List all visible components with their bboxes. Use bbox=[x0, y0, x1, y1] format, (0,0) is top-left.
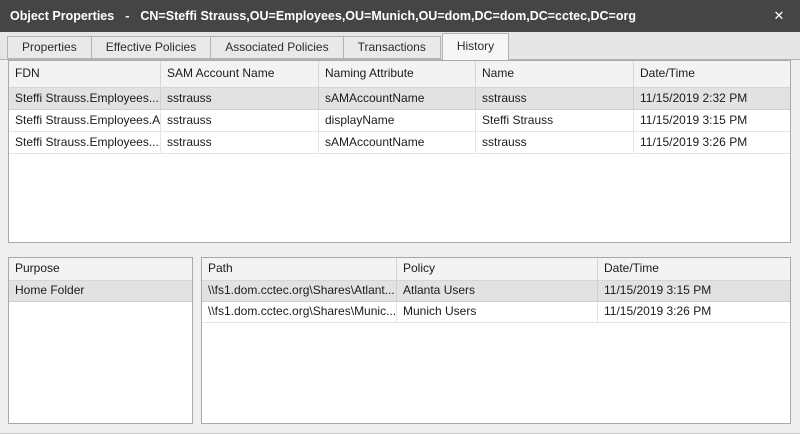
table-row[interactable]: \\fs1.dom.cctec.org\Shares\Munic... Muni… bbox=[202, 302, 790, 323]
cell-name: sstrauss bbox=[476, 132, 634, 154]
table-row[interactable]: Steffi Strauss.Employees.... sstrauss sA… bbox=[9, 132, 790, 154]
cell-datetime: 11/15/2019 3:15 PM bbox=[598, 281, 790, 302]
cell-fdn: Steffi Strauss.Employees.A... bbox=[9, 110, 161, 132]
cell-datetime: 11/15/2019 2:32 PM bbox=[634, 88, 790, 110]
cell-policy: Munich Users bbox=[397, 302, 598, 323]
cell-sam-account-name: sstrauss bbox=[161, 132, 319, 154]
object-dn: CN=Steffi Strauss,OU=Employees,OU=Munich… bbox=[140, 9, 636, 23]
cell-purpose: Home Folder bbox=[9, 281, 192, 302]
cell-path: \\fs1.dom.cctec.org\Shares\Munic... bbox=[202, 302, 397, 323]
cell-sam-account-name: sstrauss bbox=[161, 110, 319, 132]
cell-datetime: 11/15/2019 3:26 PM bbox=[634, 132, 790, 154]
cell-path: \\fs1.dom.cctec.org\Shares\Atlant... bbox=[202, 281, 397, 302]
column-header-sam-account-name[interactable]: SAM Account Name bbox=[161, 61, 319, 87]
cell-datetime: 11/15/2019 3:15 PM bbox=[634, 110, 790, 132]
titlebar[interactable]: Object Properties - CN=Steffi Strauss,OU… bbox=[0, 0, 800, 32]
history-table-header: FDN SAM Account Name Naming Attribute Na… bbox=[9, 61, 790, 88]
cell-name: sstrauss bbox=[476, 88, 634, 110]
title-separator: - bbox=[125, 9, 129, 23]
table-row[interactable]: Home Folder bbox=[9, 281, 192, 302]
paths-table: Path Policy Date/Time \\fs1.dom.cctec.or… bbox=[201, 257, 791, 424]
tab-strip: Properties Effective Policies Associated… bbox=[0, 32, 800, 60]
table-row[interactable]: \\fs1.dom.cctec.org\Shares\Atlant... Atl… bbox=[202, 281, 790, 302]
column-header-policy[interactable]: Policy bbox=[397, 258, 598, 280]
cell-fdn: Steffi Strauss.Employees.... bbox=[9, 132, 161, 154]
close-icon[interactable]: ✕ bbox=[768, 5, 790, 27]
purpose-table: Purpose Home Folder bbox=[8, 257, 193, 424]
column-header-datetime[interactable]: Date/Time bbox=[598, 258, 790, 280]
cell-fdn: Steffi Strauss.Employees.... bbox=[9, 88, 161, 110]
tab-effective-policies[interactable]: Effective Policies bbox=[91, 36, 212, 59]
column-header-naming-attribute[interactable]: Naming Attribute bbox=[319, 61, 476, 87]
tab-properties[interactable]: Properties bbox=[7, 36, 92, 59]
column-header-datetime[interactable]: Date/Time bbox=[634, 61, 790, 87]
paths-table-header: Path Policy Date/Time bbox=[202, 258, 790, 281]
cell-naming-attribute: sAMAccountName bbox=[319, 132, 476, 154]
object-properties-dialog: Object Properties - CN=Steffi Strauss,OU… bbox=[0, 0, 800, 434]
cell-name: Steffi Strauss bbox=[476, 110, 634, 132]
cell-datetime: 11/15/2019 3:26 PM bbox=[598, 302, 790, 323]
cell-policy: Atlanta Users bbox=[397, 281, 598, 302]
column-header-path[interactable]: Path bbox=[202, 258, 397, 280]
tab-associated-policies[interactable]: Associated Policies bbox=[210, 36, 343, 59]
column-header-fdn[interactable]: FDN bbox=[9, 61, 161, 87]
tab-transactions[interactable]: Transactions bbox=[343, 36, 441, 59]
window-title: Object Properties bbox=[10, 9, 114, 23]
column-header-name[interactable]: Name bbox=[476, 61, 634, 87]
history-table: FDN SAM Account Name Naming Attribute Na… bbox=[8, 60, 791, 243]
purpose-table-header: Purpose bbox=[9, 258, 192, 281]
tab-history[interactable]: History bbox=[442, 33, 509, 60]
cell-naming-attribute: sAMAccountName bbox=[319, 88, 476, 110]
cell-sam-account-name: sstrauss bbox=[161, 88, 319, 110]
cell-naming-attribute: displayName bbox=[319, 110, 476, 132]
column-header-purpose[interactable]: Purpose bbox=[9, 258, 192, 280]
table-row[interactable]: Steffi Strauss.Employees.A... sstrauss d… bbox=[9, 110, 790, 132]
table-row[interactable]: Steffi Strauss.Employees.... sstrauss sA… bbox=[9, 88, 790, 110]
